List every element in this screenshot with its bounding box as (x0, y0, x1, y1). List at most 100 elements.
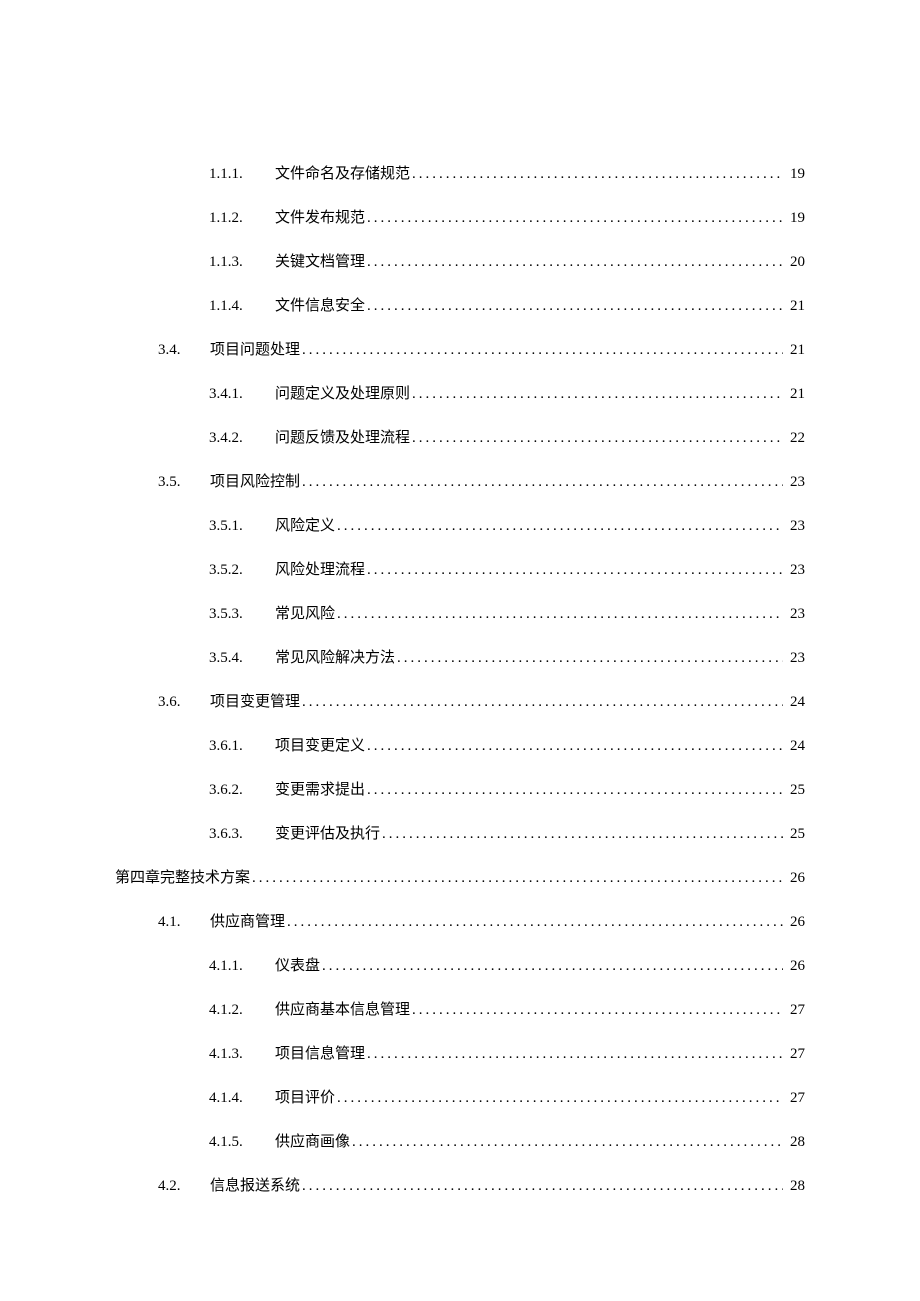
toc-leader-dots (322, 958, 783, 975)
toc-entry[interactable]: 3.6.3.变更评估及执行25 (115, 822, 805, 843)
toc-entry-page: 24 (785, 694, 805, 711)
toc-entry-page: 27 (785, 1046, 805, 1063)
toc-entry-number: 3.4. (158, 342, 192, 359)
toc-entry[interactable]: 4.2. 信息报送系统 28 (115, 1174, 805, 1195)
toc-entry-title: 项目变更管理 (210, 690, 300, 711)
toc-leader-dots (337, 518, 783, 535)
toc-entry-page: 20 (785, 254, 805, 271)
toc-entry[interactable]: 3.4.1. 问题定义及处理原则 21 (115, 382, 805, 403)
toc-entry-page: 27 (785, 1090, 805, 1107)
toc-entry-title: 常见风险解决方法 (275, 646, 395, 667)
toc-leader-dots (287, 914, 783, 931)
toc-entry-number: 4.1.5. (209, 1134, 257, 1151)
toc-entry[interactable]: 3.5.4. 常见风险解决方法 23 (115, 646, 805, 667)
toc-entry-title: 风险处理流程 (275, 558, 365, 579)
toc-entry-number: 4.1.3. (209, 1046, 257, 1063)
toc-entry[interactable]: 4.1.1. 仪表盘 26 (115, 954, 805, 975)
toc-entry-number: 4.2. (158, 1178, 192, 1195)
toc-entry-number: 3.5. (158, 474, 192, 491)
toc-entry[interactable]: 3.6.2.变更需求提出25 (115, 778, 805, 799)
toc-entry-page: 23 (785, 606, 805, 623)
toc-entry-title: 关键文档管理 (275, 250, 365, 271)
toc-entry-number: 3.5.4. (209, 650, 257, 667)
toc-entry[interactable]: 4.1.2. 供应商基本信息管理 27 (115, 998, 805, 1019)
toc-entry-title: 项目变更定义 (275, 734, 365, 755)
toc-entry-page: 28 (785, 1134, 805, 1151)
toc-leader-dots (302, 694, 783, 711)
toc-leader-dots (337, 1090, 783, 1107)
toc-entry-page: 25 (785, 782, 805, 799)
toc-entry-title: 文件信息安全 (275, 294, 365, 315)
toc-entry[interactable]: 4.1. 供应商管理 26 (115, 910, 805, 931)
toc-entry[interactable]: 3.5.3.常见风险23 (115, 602, 805, 623)
toc-entry[interactable]: 3.4.2.问题反馈及处理流程22 (115, 426, 805, 447)
toc-leader-dots (302, 342, 783, 359)
toc-entry-page: 23 (785, 562, 805, 579)
toc-entry-title: 问题定义及处理原则 (275, 382, 410, 403)
toc-entry[interactable]: 3.6. 项目变更管理 24 (115, 690, 805, 711)
table-of-contents: 1.1.1.文件命名及存储规范191.1.2.文件发布规范191.1.3.关键文… (115, 162, 805, 1195)
toc-entry-title: 项目风险控制 (210, 470, 300, 491)
toc-entry-page: 21 (785, 386, 805, 403)
toc-entry[interactable]: 1.1.2.文件发布规范19 (115, 206, 805, 227)
toc-entry-number: 3.6.2. (209, 782, 257, 799)
toc-entry[interactable]: 1.1.4. 文件信息安全 21 (115, 294, 805, 315)
toc-entry-page: 19 (785, 210, 805, 227)
toc-entry-page: 27 (785, 1002, 805, 1019)
toc-entry[interactable]: 3.5.2.风险处理流程23 (115, 558, 805, 579)
toc-leader-dots (412, 430, 783, 447)
toc-entry[interactable]: 4.1.3.项目信息管理27 (115, 1042, 805, 1063)
toc-leader-dots (352, 1134, 783, 1151)
toc-entry-number: 4.1.4. (209, 1090, 257, 1107)
toc-entry[interactable]: 3.5.1. 风险定义 23 (115, 514, 805, 535)
toc-entry[interactable]: 1.1.3. 关键文档管理 20 (115, 250, 805, 271)
toc-entry[interactable]: 4.1.5.供应商画像28 (115, 1130, 805, 1151)
toc-entry-number: 1.1.1. (209, 166, 257, 183)
toc-entry-page: 26 (785, 914, 805, 931)
toc-entry[interactable]: 3.6.1.项目变更定义24 (115, 734, 805, 755)
toc-entry-number: 4.1.2. (209, 1002, 257, 1019)
toc-entry-number: 3.5.1. (209, 518, 257, 535)
toc-entry-title: 变更评估及执行 (275, 822, 380, 843)
toc-entry-page: 28 (785, 1178, 805, 1195)
toc-leader-dots (367, 298, 783, 315)
toc-entry-number: 4.1.1. (209, 958, 257, 975)
toc-entry-number: 3.4.1. (209, 386, 257, 403)
toc-entry-title: 供应商基本信息管理 (275, 998, 410, 1019)
toc-leader-dots (252, 870, 783, 887)
toc-entry-title: 仪表盘 (275, 954, 320, 975)
toc-entry[interactable]: 4.1.4. 项目评价 27 (115, 1086, 805, 1107)
toc-leader-dots (367, 738, 783, 755)
toc-entry-number: 1.1.4. (209, 298, 257, 315)
toc-entry-number: 1.1.3. (209, 254, 257, 271)
toc-entry-number: 3.6. (158, 694, 192, 711)
toc-entry-title: 供应商管理 (210, 910, 285, 931)
toc-entry[interactable]: 3.5.项目风险控制23 (115, 470, 805, 491)
toc-entry-number: 3.5.3. (209, 606, 257, 623)
toc-entry[interactable]: 3.4.项目问题处理21 (115, 338, 805, 359)
toc-leader-dots (382, 826, 783, 843)
toc-entry-page: 21 (785, 298, 805, 315)
toc-entry[interactable]: 第四章完整技术方案26 (115, 866, 805, 887)
toc-leader-dots (397, 650, 783, 667)
toc-leader-dots (367, 210, 783, 227)
toc-leader-dots (337, 606, 783, 623)
toc-entry-number: 3.6.1. (209, 738, 257, 755)
toc-entry-page: 23 (785, 518, 805, 535)
toc-leader-dots (367, 782, 783, 799)
toc-leader-dots (412, 166, 783, 183)
toc-leader-dots (302, 1178, 783, 1195)
toc-leader-dots (367, 254, 783, 271)
toc-entry-page: 23 (785, 650, 805, 667)
toc-entry-page: 26 (785, 870, 805, 887)
toc-leader-dots (367, 562, 783, 579)
toc-entry-title: 问题反馈及处理流程 (275, 426, 410, 447)
toc-entry-number: 3.6.3. (209, 826, 257, 843)
toc-entry-page: 26 (785, 958, 805, 975)
toc-entry[interactable]: 1.1.1.文件命名及存储规范19 (115, 162, 805, 183)
toc-entry-title: 信息报送系统 (210, 1174, 300, 1195)
toc-entry-title: 项目评价 (275, 1086, 335, 1107)
toc-entry-title: 文件发布规范 (275, 206, 365, 227)
toc-entry-title: 风险定义 (275, 514, 335, 535)
toc-entry-number: 4.1. (158, 914, 192, 931)
